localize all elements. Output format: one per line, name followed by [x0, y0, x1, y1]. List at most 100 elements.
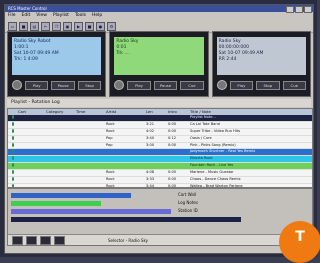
table-cell [16, 177, 44, 183]
table-cell [74, 149, 104, 155]
table-cell [16, 129, 44, 135]
table-row[interactable]: Jodymoeh Shortner - Real Yes Remix [8, 149, 312, 157]
deck-3-line: RR 2:44 [218, 57, 237, 62]
stop-button[interactable]: Stop [256, 80, 280, 90]
pause-button[interactable]: Pause [51, 80, 75, 90]
table-cell: Ca Loi Tate Band [190, 121, 220, 126]
window-title: RCS Master Control [8, 6, 47, 11]
table-row[interactable]: Rock 4:02 0:00 Super Tribe - Video Run Hits [8, 128, 312, 136]
print-icon[interactable]: ▤ [30, 21, 39, 31]
deck-2: Radio Sky 0:01 Trk .... Play Pause Cue [109, 31, 209, 97]
copy-icon[interactable]: ❐ [52, 21, 61, 31]
table-row[interactable]: Rock 3:21 0:00 Ca Loi Tate Band [8, 121, 312, 129]
table-cell [44, 163, 74, 169]
table-cell [74, 177, 104, 183]
save-icon[interactable]: ■ [19, 21, 28, 31]
table-row[interactable]: Pop 3:00 0:00 Pink - Pinks Song (Remix) [8, 142, 312, 150]
table-row[interactable]: Pop 3:40 0:12 Oasis / Cure [8, 135, 312, 143]
stop-icon[interactable] [54, 235, 65, 245]
table-cell: 3:40 [146, 135, 155, 140]
table-row[interactable]: Playlist Note... [8, 115, 312, 122]
title-bar: RCS Master Control [5, 5, 313, 13]
row-status [8, 128, 16, 135]
table-cell: 0:00 [168, 177, 177, 182]
table-cell: Elberta Rock [190, 156, 213, 161]
stop-button[interactable]: Stop [77, 80, 102, 90]
table-cell [144, 149, 166, 155]
table-cell [74, 163, 104, 169]
menu-tools[interactable]: Tools [75, 12, 86, 20]
status-text: Selector - Radio Sky [108, 237, 149, 243]
table-cell [166, 156, 188, 162]
cue-button[interactable]: Cue [282, 80, 306, 90]
maximize-button[interactable] [295, 6, 303, 13]
play-button[interactable]: Play [25, 80, 49, 90]
row-status [8, 177, 16, 183]
next-icon[interactable] [40, 235, 51, 245]
table-cell [166, 115, 188, 121]
deck-1-controls: Play Pause Stop [12, 78, 102, 92]
panel-label: Cart Wall [178, 192, 197, 197]
minimize-button[interactable] [286, 6, 294, 13]
table-row[interactable]: Elberta Rock [8, 156, 312, 164]
play-button[interactable]: Play [127, 80, 151, 90]
volume-knob[interactable] [216, 80, 227, 90]
table-cell [44, 143, 74, 149]
play-icon[interactable]: ▶ [74, 21, 83, 31]
volume-knob[interactable] [12, 80, 22, 90]
screenshot-frame: RCS Master Control File Edit View Playli… [0, 0, 320, 263]
paste-icon[interactable]: ▣ [63, 21, 72, 31]
play-icon[interactable] [26, 235, 37, 245]
status-dot-icon [12, 128, 14, 133]
volume-knob[interactable] [114, 80, 125, 90]
table-cell [74, 115, 104, 121]
play-button[interactable]: Play [229, 80, 254, 90]
deck-1-line: Trk: 1 4:09 [14, 57, 38, 62]
table-cell: Rock [106, 128, 115, 133]
settings-icon[interactable]: ⚙ [107, 21, 116, 31]
open-icon[interactable]: ▭ [8, 21, 17, 31]
table-cell: 4:02 [146, 128, 155, 133]
table-cell [74, 156, 104, 162]
prev-icon[interactable] [12, 235, 23, 245]
table-row[interactable]: Rock 3:33 0:00 Chaos - Dance Chaos Remix [8, 177, 312, 184]
pause-button[interactable]: Pause [153, 80, 178, 90]
table-cell [16, 115, 44, 121]
playlist-header: Playlist - Rotation Log [7, 99, 311, 107]
close-button[interactable] [304, 6, 312, 13]
row-status [8, 135, 16, 142]
table-cell: Rock [106, 177, 115, 182]
deck-1-display: Radio Sky Robot 1:00:1 Sat 10-07 09:49 A… [12, 37, 102, 75]
deck-1: Radio Sky Robot 1:00:1 Sat 10-07 09:49 A… [7, 31, 107, 97]
menu-view[interactable]: View [36, 12, 47, 20]
record-icon[interactable]: ● [96, 21, 105, 31]
cut-icon[interactable]: ✂ [41, 21, 50, 31]
deck-3-controls: Play Stop Cue [216, 78, 306, 92]
timeline-bar [11, 217, 241, 222]
table-cell: Rock [106, 121, 115, 126]
table-cell: 0:00 [168, 121, 177, 126]
status-dot-icon [12, 177, 14, 182]
table-cell [104, 163, 144, 169]
table-body: Playlist Note... Rock 3:21 0:00 Ca Loi Tate … [8, 115, 312, 187]
table-cell: Jodymoeh Shortner - Real Yes Remix [190, 149, 256, 154]
table-cell [144, 115, 166, 121]
menu-edit[interactable]: Edit [22, 12, 31, 20]
table-cell [44, 156, 74, 162]
menu-playlist[interactable]: Playlist [53, 12, 69, 20]
menu-help[interactable]: Help [92, 12, 102, 20]
table-cell [16, 149, 44, 155]
table-cell: Marlene - Music Guestor [190, 170, 234, 175]
table-row[interactable]: Rock 4:08 0:00 Marlene - Music Guestor [8, 170, 312, 178]
table-cell [104, 156, 144, 162]
status-dot-icon [12, 115, 14, 119]
menu-file[interactable]: File [8, 12, 16, 20]
table-cell [16, 163, 44, 169]
table-row[interactable]: Fountain Rock - Live Yes [8, 163, 312, 171]
menu-bar: File Edit View Playlist Tools Help [5, 12, 313, 20]
row-status [8, 121, 16, 128]
cue-button[interactable]: Cue [180, 80, 204, 90]
table-cell [144, 163, 166, 169]
table-cell: 3:21 [146, 121, 155, 126]
stop-icon[interactable]: ■ [85, 21, 94, 31]
